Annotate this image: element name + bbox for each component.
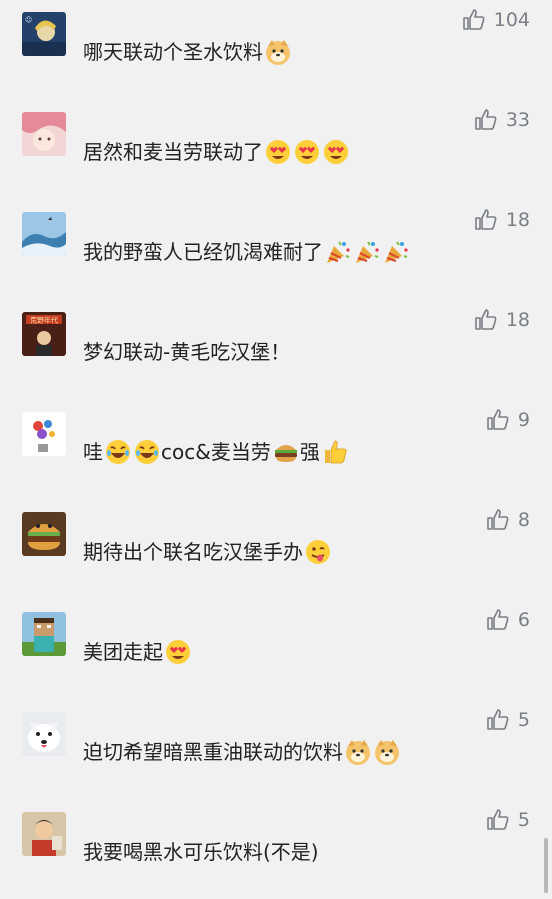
like-count: 104 <box>493 9 530 31</box>
heart-eyes-emoji <box>264 138 292 166</box>
like-button[interactable]: 33 <box>474 108 530 132</box>
avatar[interactable] <box>22 112 66 156</box>
comment-text: 居然和麦当劳联动了 <box>83 137 350 167</box>
thumbs-up-icon <box>486 808 510 832</box>
comment-item: 我要喝黑水可乐饮料(不是) 5 <box>0 800 552 899</box>
rofl-emoji <box>104 438 132 466</box>
like-button[interactable]: 5 <box>486 808 530 832</box>
comment-text: 美团走起 <box>83 637 192 667</box>
comment-text: 我的野蛮人已经饥渴难耐了 <box>83 237 410 267</box>
like-count: 9 <box>517 409 530 431</box>
heart-eyes-emoji <box>293 138 321 166</box>
comment-text: 期待出个联名吃汉堡手办 <box>83 537 332 567</box>
comment-item: 迫切希望暗黑重油联动的饮料 5 <box>0 700 552 800</box>
comment-item: 哇 coc&麦当劳 强 9 <box>0 400 552 500</box>
party-popper-emoji <box>324 238 352 266</box>
comment-list: ☺ 哪天联动个圣水饮料 104 居然和麦当劳联动了 33 我的野蛮人已经饥渴难耐… <box>0 0 552 899</box>
like-button[interactable]: 18 <box>474 308 530 332</box>
thumbs-up-emoji <box>321 438 349 466</box>
thumbs-up-icon <box>486 608 510 632</box>
like-button[interactable]: 6 <box>486 608 530 632</box>
comment-item: 居然和麦当劳联动了 33 <box>0 100 552 200</box>
rofl-emoji <box>133 438 161 466</box>
like-button[interactable]: 18 <box>474 208 530 232</box>
scrollbar[interactable] <box>544 838 548 893</box>
doge-emoji <box>344 738 372 766</box>
thumbs-up-icon <box>474 108 498 132</box>
comment-text: 哪天联动个圣水饮料 <box>83 37 292 67</box>
avatar[interactable] <box>22 412 66 456</box>
like-count: 18 <box>505 209 530 231</box>
comment-text: 迫切希望暗黑重油联动的饮料 <box>83 737 401 767</box>
thumbs-up-icon <box>474 208 498 232</box>
avatar[interactable] <box>22 212 66 256</box>
thumbs-up-icon <box>486 508 510 532</box>
comment-item: 美团走起 6 <box>0 600 552 700</box>
like-count: 6 <box>517 609 530 631</box>
avatar[interactable]: ☺ <box>22 12 66 56</box>
comment-item: 荒野年代 梦幻联动-黄毛吃汉堡！ 18 <box>0 300 552 400</box>
svg-text:☺: ☺ <box>25 16 32 24</box>
comment-item: ☺ 哪天联动个圣水饮料 104 <box>0 0 552 100</box>
thumbs-up-icon <box>474 308 498 332</box>
comment-item: 我的野蛮人已经饥渴难耐了 18 <box>0 200 552 300</box>
like-button[interactable]: 9 <box>486 408 530 432</box>
like-count: 8 <box>517 509 530 531</box>
avatar[interactable]: 荒野年代 <box>22 312 66 356</box>
comment-text: 我要喝黑水可乐饮料(不是) <box>83 840 319 864</box>
doge-emoji <box>264 38 292 66</box>
heart-eyes-emoji <box>164 638 192 666</box>
like-button[interactable]: 8 <box>486 508 530 532</box>
comment-item: 期待出个联名吃汉堡手办 8 <box>0 500 552 600</box>
like-count: 18 <box>505 309 530 331</box>
comment-text: 梦幻联动-黄毛吃汉堡！ <box>83 340 291 364</box>
avatar[interactable] <box>22 512 66 556</box>
doge-emoji <box>373 738 401 766</box>
hamburger-emoji <box>272 438 300 466</box>
thumbs-up-icon <box>486 708 510 732</box>
like-count: 5 <box>517 809 530 831</box>
wink-tongue-emoji <box>304 538 332 566</box>
avatar[interactable] <box>22 712 66 756</box>
like-count: 5 <box>517 709 530 731</box>
like-button[interactable]: 104 <box>462 8 530 32</box>
heart-eyes-emoji <box>322 138 350 166</box>
avatar[interactable] <box>22 612 66 656</box>
comment-text: 哇 coc&麦当劳 强 <box>83 437 349 467</box>
avatar[interactable] <box>22 812 66 856</box>
like-count: 33 <box>505 109 530 131</box>
thumbs-up-icon <box>486 408 510 432</box>
thumbs-up-icon <box>462 8 486 32</box>
avatar-badge-text: 荒野年代 <box>30 316 58 325</box>
party-popper-emoji <box>382 238 410 266</box>
like-button[interactable]: 5 <box>486 708 530 732</box>
party-popper-emoji <box>353 238 381 266</box>
